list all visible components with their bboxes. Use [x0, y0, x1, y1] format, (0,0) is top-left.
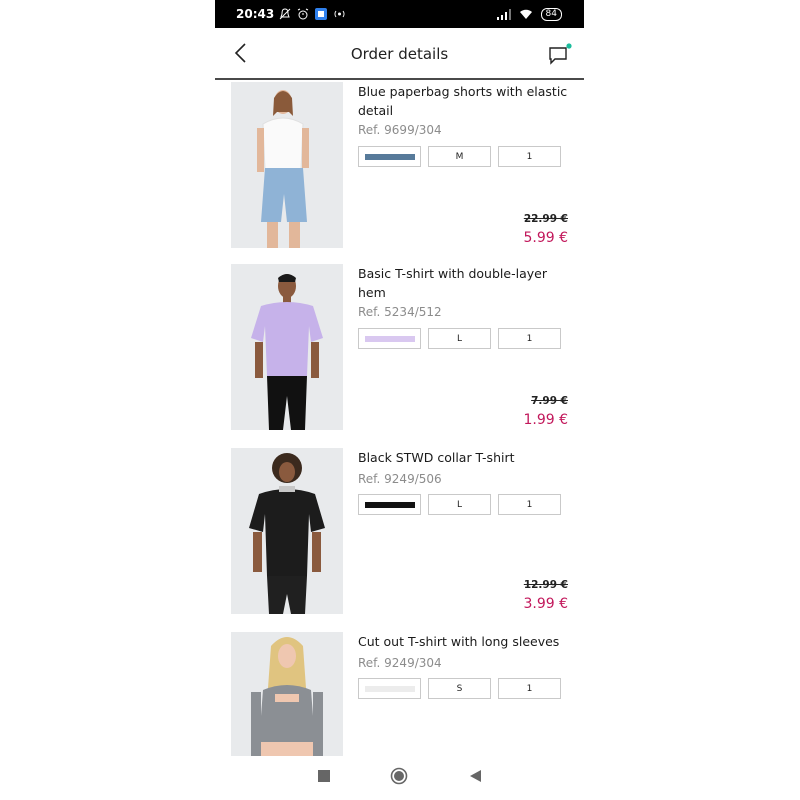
page-title: Order details	[350, 45, 449, 63]
color-option[interactable]	[358, 328, 421, 349]
status-time: 20:43	[236, 7, 275, 21]
size-option[interactable]: M	[428, 146, 491, 167]
home-circle-icon[interactable]	[390, 767, 408, 785]
model-illustration	[231, 632, 343, 756]
order-item[interactable]: Basic T-shirt with double-layer hem Ref.…	[215, 264, 584, 434]
product-name[interactable]: Basic T-shirt with double-layer hem	[358, 264, 573, 302]
order-item[interactable]: Black STWD collar T-shirt Ref. 9249/506 …	[215, 448, 584, 618]
size-option[interactable]: S	[428, 678, 491, 699]
product-options: L 1	[358, 494, 561, 515]
order-item[interactable]: Cut out T-shirt with long sleeves Ref. 9…	[215, 632, 584, 756]
system-nav-bar	[215, 756, 584, 800]
color-swatch	[364, 335, 415, 342]
color-option[interactable]	[358, 678, 421, 699]
product-image-cutout-top[interactable]	[231, 632, 343, 756]
quantity-option[interactable]: 1	[498, 146, 561, 167]
quantity-option[interactable]: 1	[498, 678, 561, 699]
product-ref: Ref. 5234/512	[358, 305, 442, 319]
product-options: M 1	[358, 146, 561, 167]
sale-price: 1.99 €	[523, 412, 568, 428]
product-ref: Ref. 9249/304	[358, 656, 442, 670]
product-name[interactable]: Blue paperbag shorts with elastic detail	[358, 82, 573, 120]
product-image-tshirt-lilac[interactable]	[231, 264, 343, 430]
chat-icon[interactable]	[548, 43, 572, 65]
original-price: 22.99 €	[523, 213, 568, 225]
notification-dot	[566, 43, 572, 49]
color-option[interactable]	[358, 494, 421, 515]
product-ref: Ref. 9699/304	[358, 123, 442, 137]
quantity-option[interactable]: 1	[498, 494, 561, 515]
color-option[interactable]	[358, 146, 421, 167]
product-image-shorts[interactable]	[231, 82, 343, 248]
battery-icon: 84	[540, 8, 562, 21]
product-name[interactable]: Black STWD collar T-shirt	[358, 448, 573, 467]
sale-price: 5.99 €	[523, 230, 568, 246]
signal-icon	[496, 9, 511, 20]
model-illustration	[231, 82, 343, 248]
product-options: S 1	[358, 678, 561, 699]
app-header: Order details	[215, 28, 584, 80]
color-swatch	[364, 153, 415, 160]
status-left-icons	[279, 8, 346, 20]
product-ref: Ref. 9249/506	[358, 472, 442, 486]
size-option[interactable]: L	[428, 328, 491, 349]
mute-icon	[279, 8, 291, 20]
alarm-icon	[297, 8, 309, 20]
size-option[interactable]: L	[428, 494, 491, 515]
order-items-list[interactable]: Blue paperbag shorts with elastic detail…	[215, 80, 584, 756]
model-illustration	[231, 264, 343, 430]
original-price: 12.99 €	[523, 579, 568, 591]
product-options: L 1	[358, 328, 561, 349]
back-triangle-icon[interactable]	[468, 769, 482, 783]
hotspot-icon	[334, 10, 345, 18]
sale-price: 3.99 €	[523, 596, 568, 612]
wifi-icon	[519, 9, 532, 19]
color-swatch	[364, 685, 415, 692]
order-item[interactable]: Blue paperbag shorts with elastic detail…	[215, 82, 584, 252]
quantity-option[interactable]: 1	[498, 328, 561, 349]
model-illustration	[231, 448, 343, 614]
status-right-icons: 84	[496, 8, 562, 21]
product-name[interactable]: Cut out T-shirt with long sleeves	[358, 632, 573, 651]
color-swatch	[364, 501, 415, 508]
app-icon	[315, 8, 327, 20]
recents-square-icon[interactable]	[317, 769, 331, 783]
product-image-tshirt-black[interactable]	[231, 448, 343, 614]
original-price: 7.99 €	[531, 395, 568, 407]
status-bar: 20:43 84	[215, 0, 584, 28]
phone-screen: 20:43 84 Order details Blue paperbag sho…	[215, 0, 584, 800]
